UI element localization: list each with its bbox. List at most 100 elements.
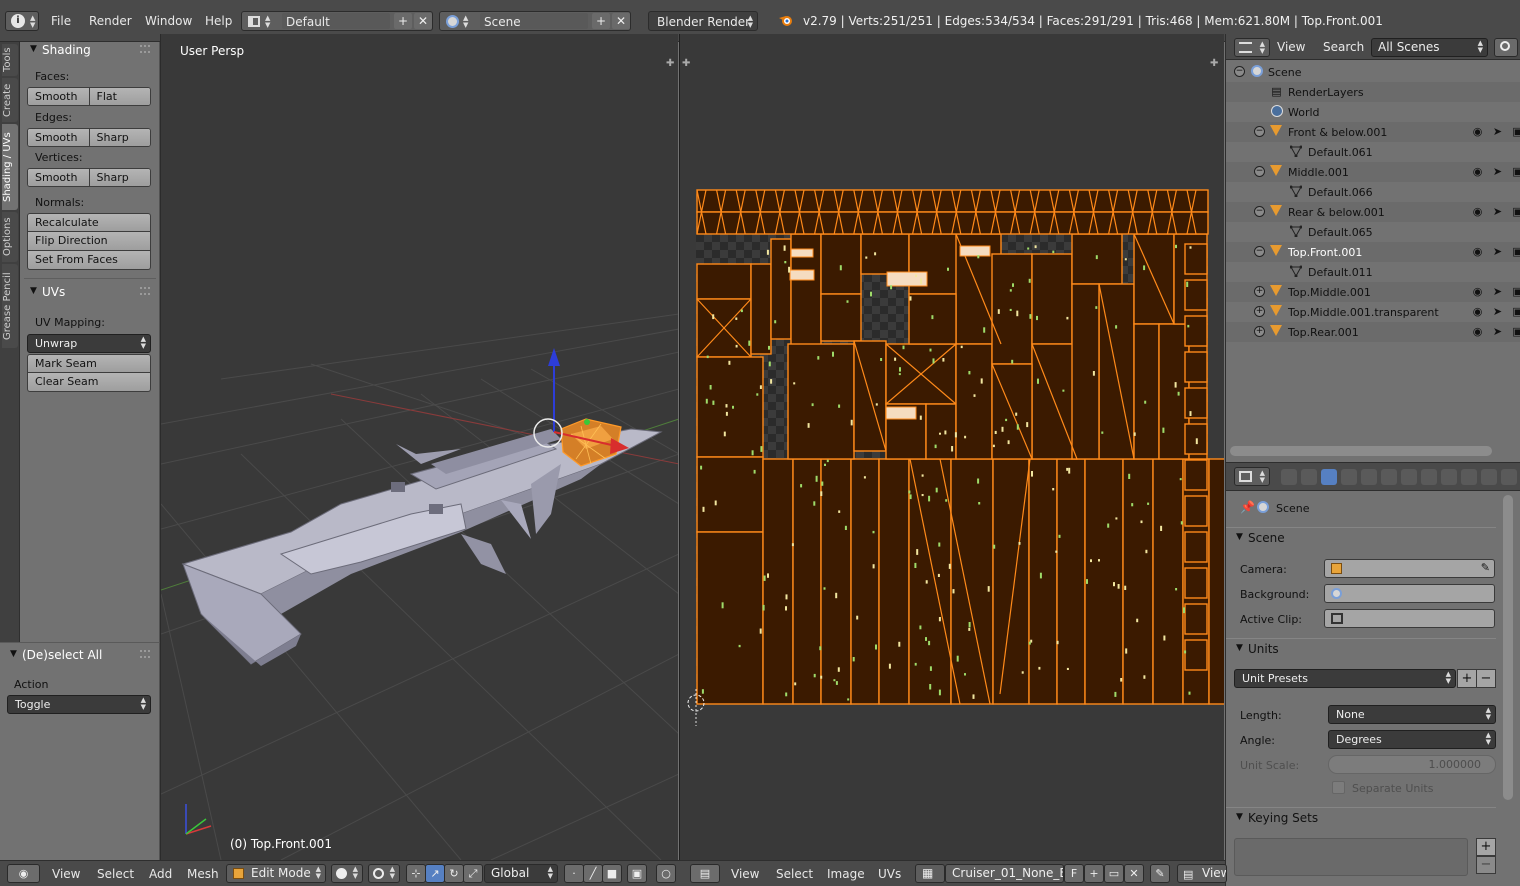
fake-user-button[interactable]: F [1064,864,1084,883]
operator-panel-header[interactable]: ▼ (De)select All [0,645,160,667]
material-tab-icon[interactable] [1441,469,1457,485]
spaceship-mesh[interactable] [181,428,663,666]
eye-icon[interactable]: ◉ [1471,165,1484,178]
outliner-item-label[interactable]: Scene [1268,66,1302,79]
image-browse-button[interactable]: ▦ [915,864,945,883]
keying-sets-panel-header[interactable]: ▼ Keying Sets [1226,807,1496,829]
uv-island[interactable] [696,456,764,533]
flip-direction-button[interactable]: Flip Direction [27,232,151,251]
uv-island[interactable] [696,531,764,705]
menu-window[interactable]: Window [145,14,192,28]
eye-icon[interactable]: ◉ [1471,305,1484,318]
uv-island[interactable] [1031,253,1073,345]
3d-menu-select[interactable]: Select [97,867,134,881]
vertex-select-icon[interactable]: · [564,864,584,883]
render-engine-selector[interactable]: Blender Render ▲ ▼ [648,11,758,31]
pivot-point-selector[interactable]: ▲ ▼ [368,864,400,883]
outliner-row[interactable]: Default.061 [1226,142,1520,162]
pin-icon[interactable]: 📌 [1240,500,1255,514]
manipulator-toggle-icon[interactable]: ⊹ [406,864,426,883]
uv-island[interactable] [1071,283,1100,460]
edge-select-icon[interactable]: ╱ [583,864,603,883]
uv-island[interactable] [1056,458,1086,705]
drag-grip-icon[interactable] [140,287,150,295]
outliner-item-label[interactable]: Middle.001 [1288,166,1349,179]
uv-island[interactable] [860,233,910,275]
uv-image-editor[interactable]: ✚ ✚ [679,34,1224,860]
faces-flat-button[interactable]: Flat [88,88,150,105]
background-field[interactable] [1324,584,1495,603]
3d-menu-add[interactable]: Add [149,867,172,881]
modifiers-tab-icon[interactable] [1401,469,1417,485]
screen-layout-selector[interactable]: ▲ ▼ Default + ✕ [241,11,433,31]
eye-icon[interactable]: ◉ [1471,245,1484,258]
uv-island[interactable] [1184,459,1208,491]
3d-menu-mesh[interactable]: Mesh [187,867,219,881]
faces-smooth-button[interactable]: Smooth [28,88,89,105]
new-image-icon[interactable]: + [1084,864,1104,883]
outliner-item-label[interactable]: World [1288,106,1320,119]
drag-grip-icon[interactable] [140,650,150,658]
tab-grease-pencil[interactable]: Grease Pencil [2,264,18,348]
uv-island[interactable] [1208,458,1224,705]
length-selector[interactable]: None ▲ ▼ [1328,705,1496,724]
eyedropper-icon[interactable]: ✎ [1481,561,1490,574]
uv-island[interactable] [820,458,852,705]
outliner-item-label[interactable]: Default.011 [1308,266,1373,279]
uv-island[interactable] [1184,639,1208,671]
constraints-tab-icon[interactable] [1381,469,1397,485]
menu-help[interactable]: Help [205,14,232,28]
uvs-panel-header[interactable]: ▼ UVs [20,282,160,304]
outliner-item-label[interactable]: Default.061 [1308,146,1373,159]
uv-island[interactable] [1184,495,1208,527]
unit-presets-menu[interactable]: Unit Presets ▲ ▼ [1234,669,1456,688]
expand-toggle-icon[interactable]: − [1254,166,1265,177]
expand-toggle-icon[interactable]: − [1254,126,1265,137]
eye-icon[interactable]: ◉ [1471,205,1484,218]
outliner-row[interactable]: World [1226,102,1520,122]
expand-toggle-icon[interactable]: − [1254,206,1265,217]
uv-island[interactable] [820,293,862,342]
camera-render-icon[interactable]: ▣ [1511,305,1520,318]
camera-render-icon[interactable]: ▣ [1511,125,1520,138]
tab-tools[interactable]: Tools [2,44,18,76]
select-arrow-icon[interactable]: ➤ [1491,245,1504,258]
uv-island[interactable] [950,458,994,705]
outliner-row[interactable]: − Middle.001 ◉ ➤ ▣ [1226,162,1520,182]
outliner-row[interactable]: Default.011 [1226,262,1520,282]
action-selector[interactable]: Toggle ▲ ▼ [7,695,151,714]
outliner-menu-search[interactable]: Search [1323,40,1364,54]
tab-shading-uvs[interactable]: Shading / UVs [2,124,18,210]
physics-tab-icon[interactable] [1501,469,1517,485]
image-name-field[interactable]: Cruiser_01_None_E... [945,864,1064,883]
tab-options[interactable]: Options [2,212,18,262]
camera-render-icon[interactable]: ▣ [1511,205,1520,218]
eye-icon[interactable]: ◉ [1471,325,1484,338]
scene-tab-icon[interactable] [1321,469,1337,485]
outliner-row[interactable]: − Scene [1226,62,1520,82]
select-arrow-icon[interactable]: ➤ [1491,125,1504,138]
properties-scrollbar[interactable] [1503,495,1513,800]
recalculate-button[interactable]: Recalculate [27,213,151,232]
outliner-row[interactable]: ▤ RenderLayers [1226,82,1520,102]
menu-render[interactable]: Render [89,14,132,28]
face-select-icon[interactable]: ■ [602,864,622,883]
expand-toggle-icon[interactable]: + [1254,286,1265,297]
uv-layout[interactable] [680,34,1224,860]
set-from-faces-button[interactable]: Set From Faces [27,251,151,270]
remove-preset-button[interactable]: − [1476,669,1496,688]
uv-menu-select[interactable]: Select [776,867,813,881]
uv-island[interactable] [696,356,764,458]
unlink-image-icon[interactable]: ✕ [1124,864,1144,883]
eye-icon[interactable]: ◉ [1471,125,1484,138]
vertices-sharp-button[interactable]: Sharp [88,169,150,186]
uv-island[interactable] [991,253,1033,365]
uv-menu-uvs[interactable]: UVs [878,867,901,881]
camera-render-icon[interactable]: ▣ [1511,325,1520,338]
tab-create[interactable]: Create [2,78,18,122]
add-preset-button[interactable]: + [1457,669,1477,688]
world-tab-icon[interactable] [1341,469,1357,485]
outliner-item-label[interactable]: Top.Middle.001 [1288,286,1371,299]
close-scene-icon[interactable]: ✕ [612,13,630,29]
select-arrow-icon[interactable]: ➤ [1491,165,1504,178]
